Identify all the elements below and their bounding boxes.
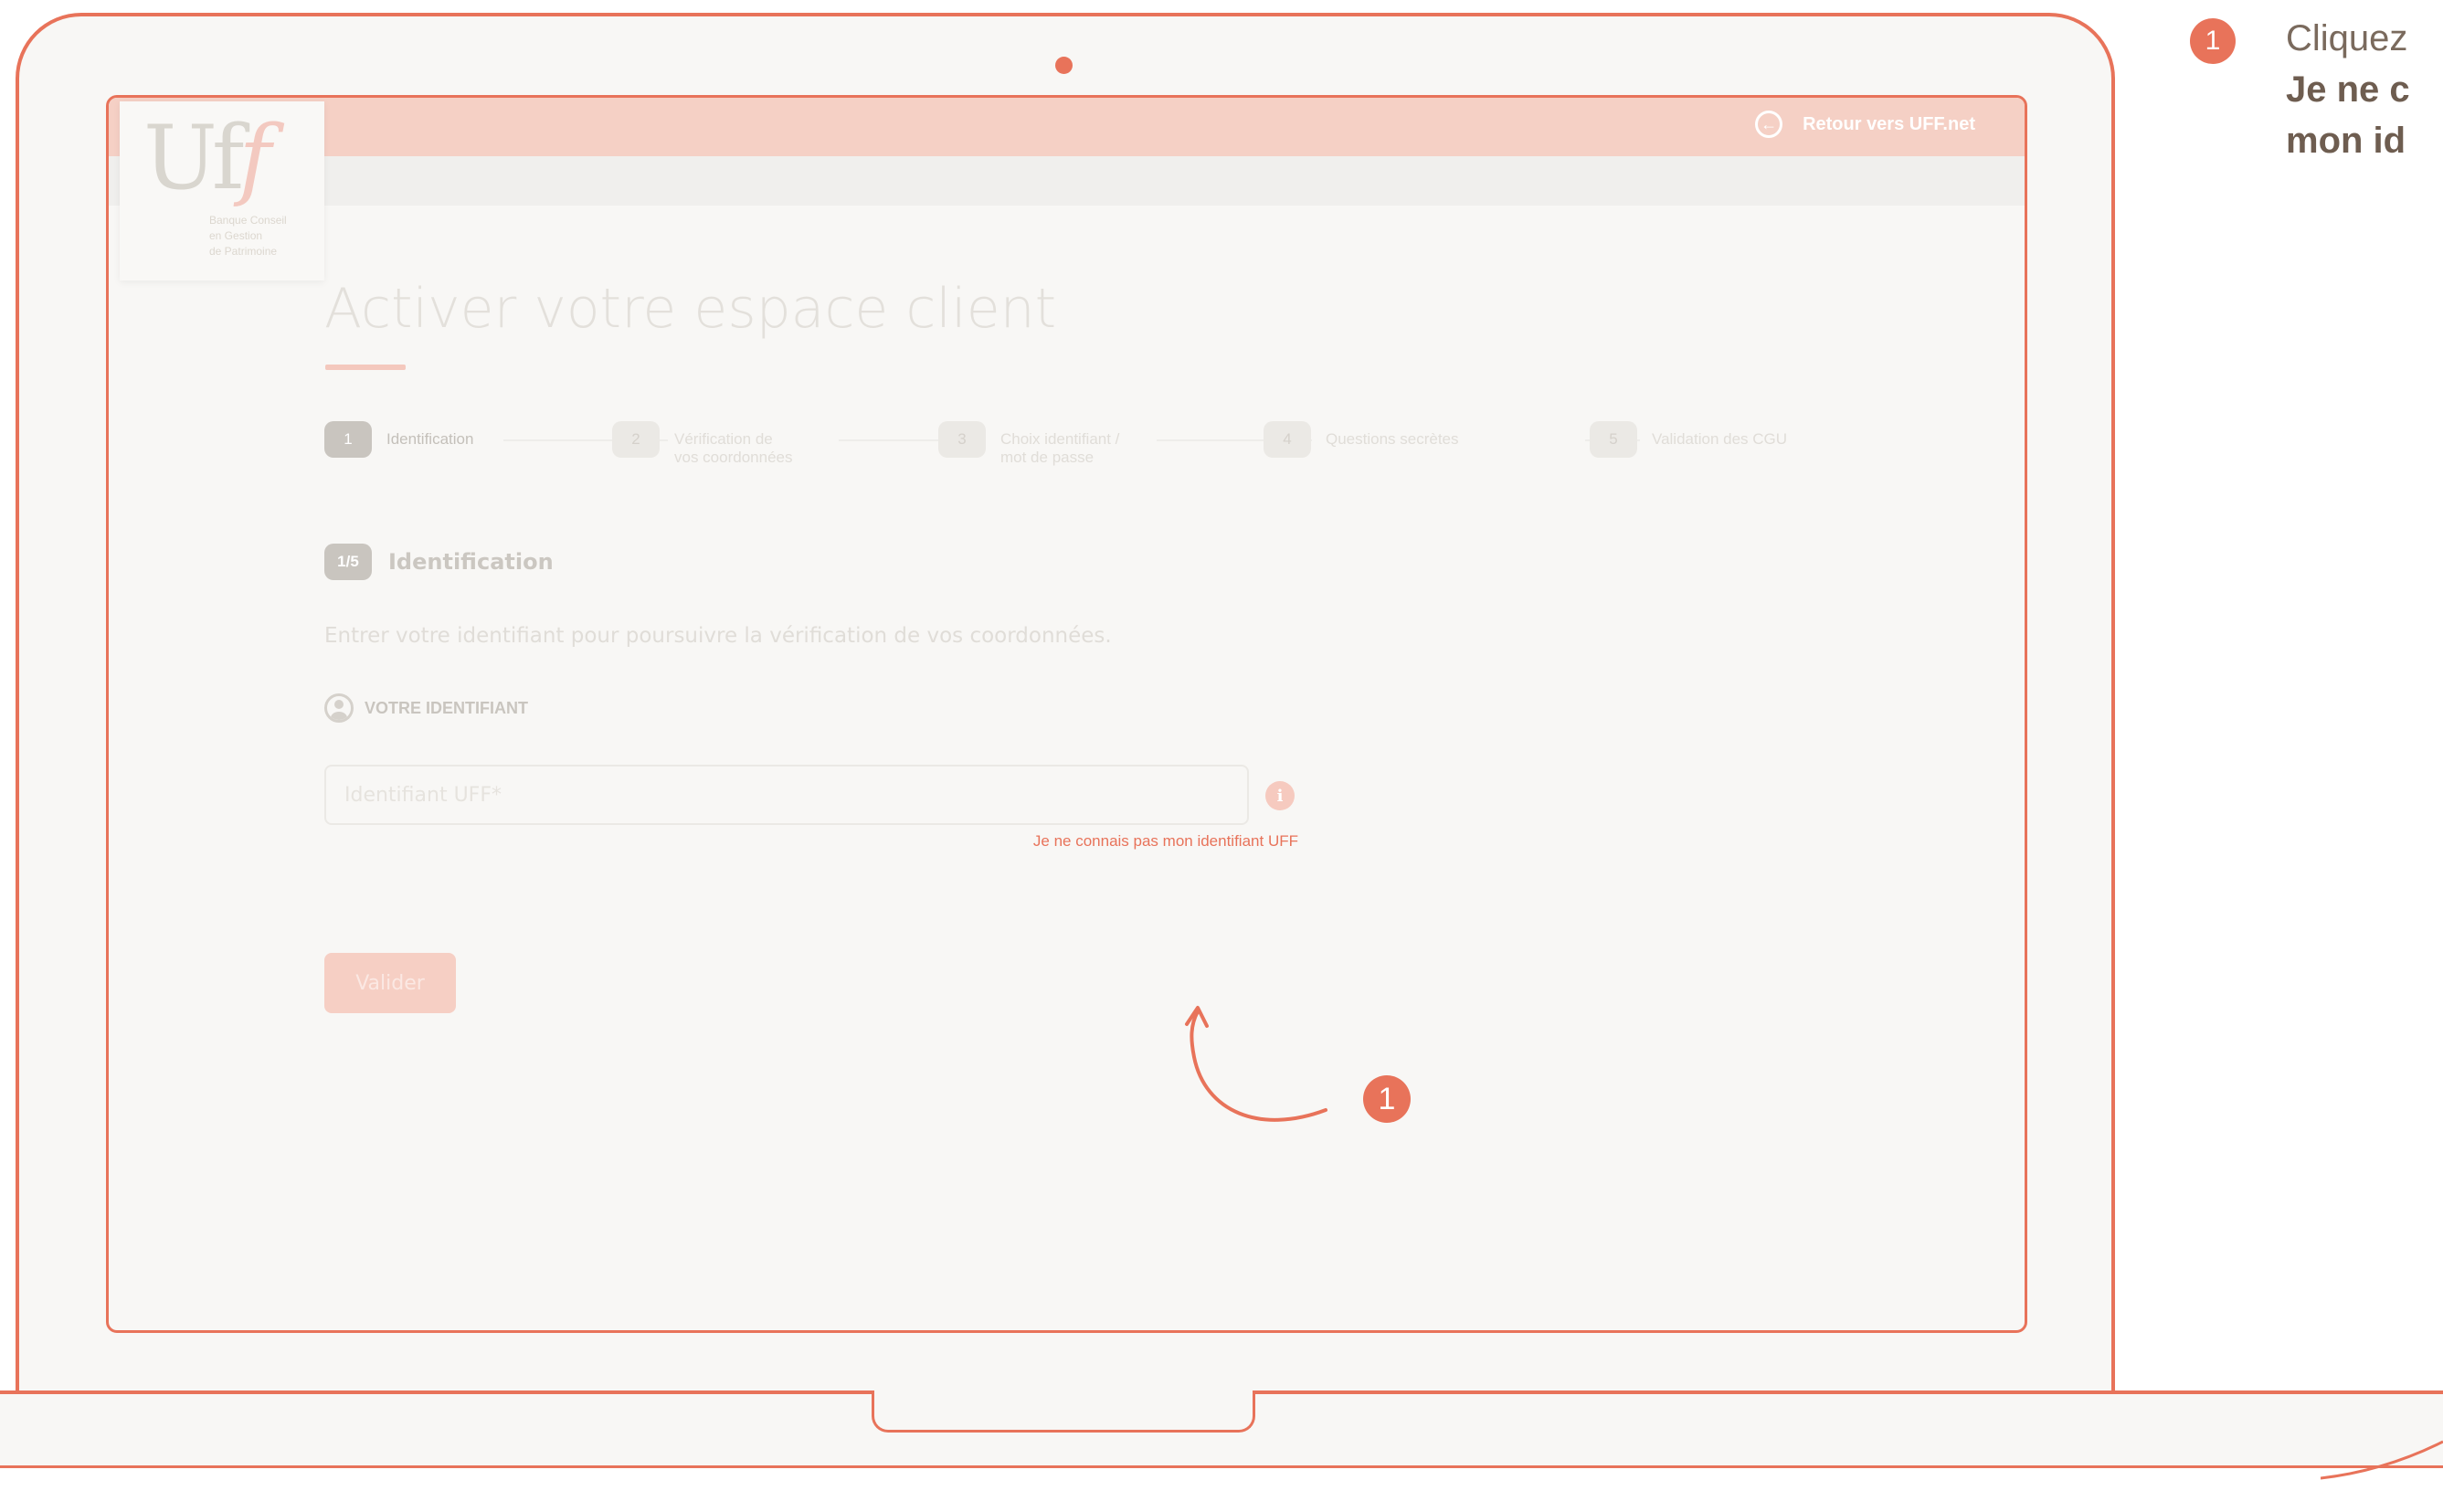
info-icon[interactable]: i — [1265, 781, 1295, 810]
step-number: 5 — [1590, 421, 1637, 458]
instruction-line-3: mon id — [2286, 121, 2406, 161]
forgot-identifier-link[interactable]: Je ne connais pas mon identifiant UFF — [931, 832, 1298, 851]
laptop-edge-curve — [2321, 1440, 2443, 1480]
identifier-input[interactable] — [324, 765, 1249, 825]
section-title: Identification — [388, 549, 554, 575]
field-label-row: VOTRE IDENTIFIANT — [324, 693, 528, 723]
screen: ← Retour vers UFF.net Uff Banque Conseil… — [106, 95, 2027, 1333]
title-underline — [325, 365, 406, 370]
arrow-left-icon: ← — [1755, 111, 1783, 138]
step-5: 5 Validation des CGU — [1590, 421, 1787, 458]
instruction-line-1: Cliquez — [2286, 18, 2408, 58]
section-step-badge: 1/5 — [324, 544, 372, 580]
page-title: Activer votre espace client — [324, 277, 1057, 341]
step-label: Choix identifiant / mot de passe — [1000, 430, 1120, 466]
logo[interactable]: Uff Banque Conseil en Gestion de Patrimo… — [120, 101, 324, 280]
step-label: Identification — [386, 430, 474, 448]
instruction-badge: 1 — [2190, 18, 2236, 64]
stepper: 1 Identification 2 Vérification de vos c… — [324, 421, 1932, 485]
field-label: VOTRE IDENTIFIANT — [365, 698, 528, 717]
intro-text: Entrer votre identifiant pour poursuivre… — [324, 624, 1112, 648]
step-3: 3 Choix identifiant / mot de passe — [938, 421, 1119, 467]
logo-tagline: Banque Conseil en Gestion de Patrimoine — [209, 214, 287, 258]
back-link-label: Retour vers UFF.net — [1803, 113, 1975, 134]
user-icon — [324, 693, 354, 723]
logo-mark: Uff — [143, 107, 271, 209]
annotation-arrow-icon — [1185, 1006, 1327, 1122]
top-bar — [109, 98, 2025, 156]
back-to-uff-link[interactable]: ← Retour vers UFF.net — [1755, 111, 1975, 138]
step-number: 4 — [1264, 421, 1311, 458]
step-1: 1 Identification — [324, 421, 473, 458]
instruction-line-2: Je ne c — [2286, 69, 2410, 110]
step-label: Validation des CGU — [1652, 430, 1788, 448]
step-2: 2 Vérification de vos coordonnées — [612, 421, 792, 467]
step-number: 3 — [938, 421, 986, 458]
step-label: Questions secrètes — [1326, 430, 1459, 448]
instruction-text: Cliquez Je ne c mon id — [2286, 13, 2410, 166]
step-number: 1 — [324, 421, 372, 458]
step-4: 4 Questions secrètes — [1264, 421, 1459, 458]
camera-dot — [1055, 57, 1073, 74]
step-label: Vérification de vos coordonnées — [674, 430, 793, 466]
sub-bar — [109, 156, 2025, 206]
step-number: 2 — [612, 421, 660, 458]
submit-button[interactable]: Valider — [324, 953, 456, 1013]
laptop-notch — [872, 1390, 1255, 1433]
annotation-badge: 1 — [1363, 1075, 1411, 1123]
